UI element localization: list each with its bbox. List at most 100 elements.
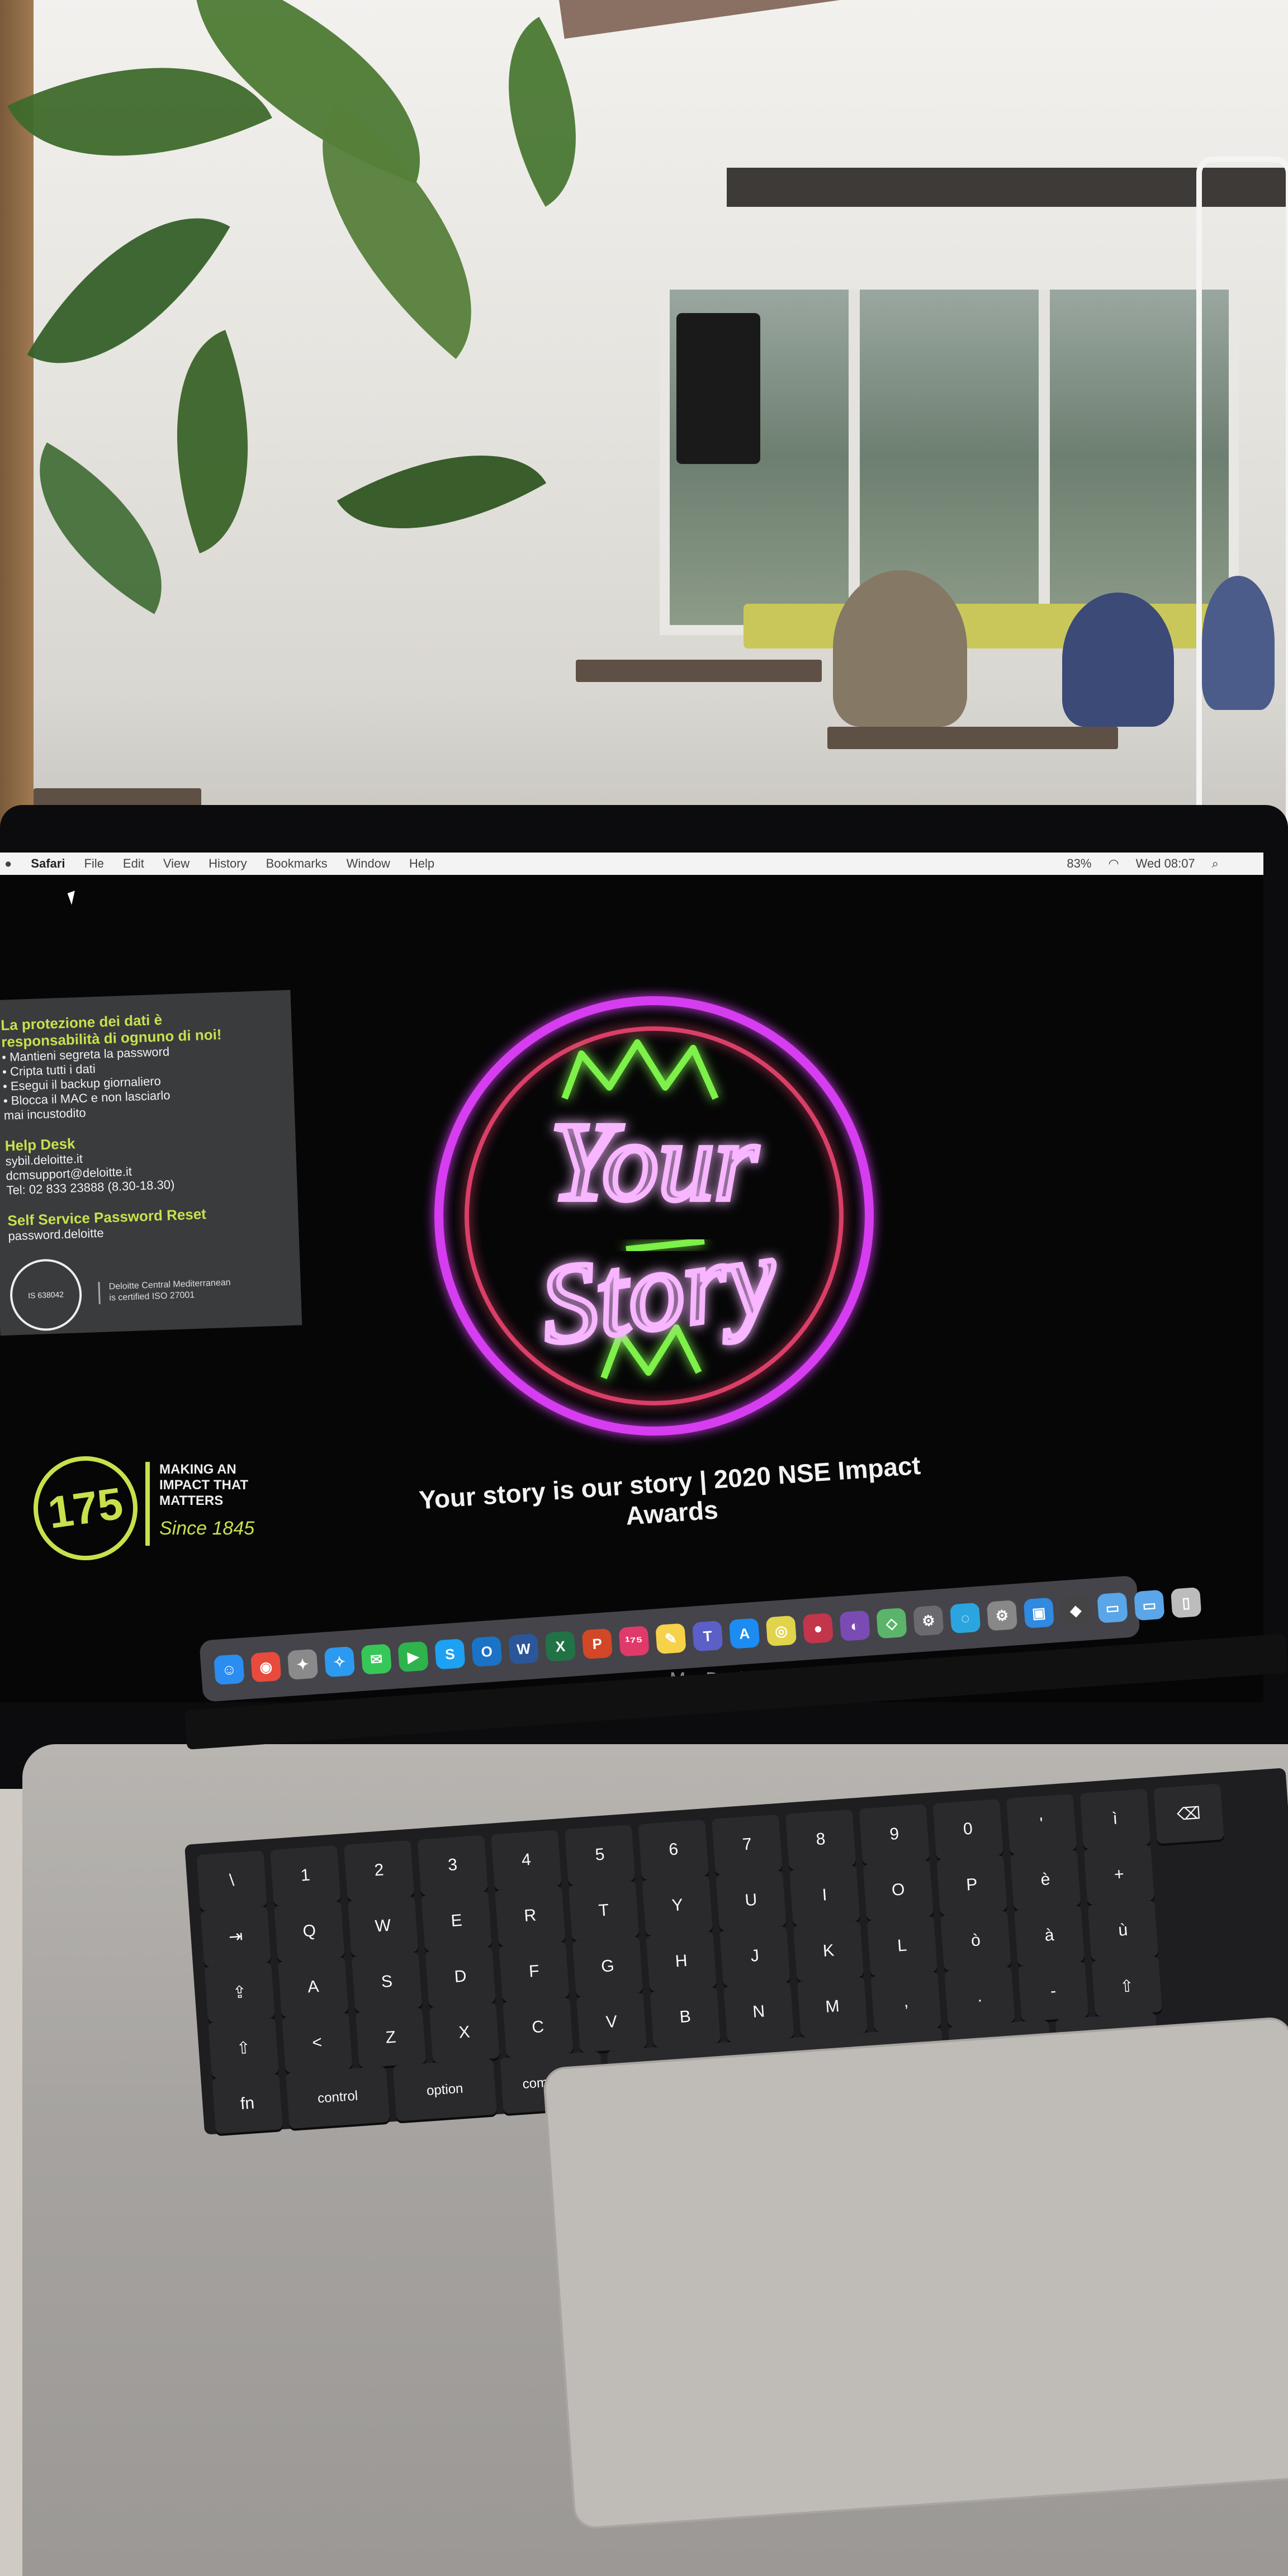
menu-history[interactable]: History [209,856,247,871]
key[interactable]: 5 [564,1825,636,1886]
key[interactable]: D [425,1947,496,2007]
clock[interactable]: Wed 08:07 [1136,856,1195,871]
key[interactable]: option [392,2058,497,2122]
key[interactable]: N [723,1981,794,2043]
key[interactable]: Y [642,1875,713,1936]
key[interactable]: 7 [712,1814,783,1875]
menu-file[interactable]: File [84,856,103,871]
key[interactable]: A [277,1957,349,2018]
menu-window[interactable]: Window [347,856,390,871]
key[interactable]: R [495,1886,566,1947]
key[interactable]: - [1017,1961,1089,2022]
skype-icon[interactable]: S [434,1639,466,1670]
key[interactable]: ⇧ [208,2018,279,2078]
key[interactable]: control [285,2066,390,2129]
key[interactable]: Q [274,1901,345,1962]
key[interactable]: ⌫ [1153,1783,1224,1844]
key[interactable]: H [646,1931,717,1992]
badge-divider [145,1462,150,1546]
key[interactable]: P [936,1854,1007,1915]
messages-icon[interactable]: ✉ [361,1644,392,1675]
facetime-icon[interactable]: ▶ [397,1641,429,1673]
preview-icon[interactable]: ▣ [1023,1597,1055,1628]
key[interactable]: J [719,1926,790,1987]
menu-help[interactable]: Help [409,856,434,871]
menu-view[interactable]: View [163,856,190,871]
documents-folder-icon[interactable]: ▭ [1134,1589,1165,1621]
key[interactable]: V [576,1992,647,2053]
key[interactable]: fn [212,2073,283,2134]
key[interactable]: I [789,1865,860,1926]
apple-menu-icon[interactable]: ● [4,856,12,871]
wifi-icon[interactable]: ◠ [1108,856,1119,871]
key[interactable]: ⇥ [200,1906,272,1967]
notes-icon[interactable]: ✎ [655,1623,686,1655]
powerpoint-icon[interactable]: P [581,1628,613,1660]
key[interactable]: 1 [270,1845,341,1906]
menu-edit[interactable]: Edit [123,856,144,871]
key[interactable]: ù [1087,1900,1159,1961]
key[interactable]: B [650,1987,721,2048]
key[interactable]: \ [196,1850,268,1911]
key[interactable]: S [351,1952,423,2012]
key[interactable]: 8 [785,1809,856,1870]
key[interactable]: U [716,1870,787,1931]
maps-icon[interactable]: ◇ [876,1607,907,1639]
app-store-icon[interactable]: A [728,1618,760,1649]
key[interactable]: ⇧ [1091,1955,1163,2017]
settings-icon[interactable]: ⚙ [913,1605,944,1636]
key[interactable]: T [568,1880,640,1942]
key[interactable]: ì [1079,1788,1151,1849]
key[interactable]: M [797,1976,868,2037]
key[interactable]: < [281,2012,353,2073]
launchpad-icon[interactable]: ✦ [287,1649,319,1680]
key[interactable]: ò [940,1910,1011,1971]
key[interactable]: 0 [932,1799,1003,1860]
key[interactable]: F [499,1941,570,2002]
finder-icon[interactable]: ☺ [214,1654,245,1685]
menu-bookmarks[interactable]: Bookmarks [266,856,328,871]
key[interactable]: Z [355,2007,427,2068]
key[interactable]: ⇪ [204,1962,275,2023]
teams-icon[interactable]: T [692,1620,723,1652]
key[interactable]: à [1014,1905,1085,1966]
key[interactable]: + [1083,1844,1155,1905]
security-icon[interactable]: ◆ [1060,1594,1091,1626]
cisco-icon[interactable]: ◌ [949,1602,981,1634]
key[interactable]: è [1010,1849,1081,1910]
key[interactable]: ' [1006,1793,1077,1855]
key[interactable]: W [347,1896,419,1957]
system-preferences-icon[interactable]: ⚙ [986,1600,1018,1631]
key[interactable]: K [793,1921,864,1982]
key[interactable]: 4 [491,1830,562,1891]
battery-percent[interactable]: 83% [1067,856,1091,871]
excel-icon[interactable]: X [544,1631,576,1662]
color-app-icon[interactable]: ● [802,1613,834,1644]
key[interactable]: 9 [859,1804,930,1865]
key[interactable]: G [572,1936,643,1997]
key[interactable]: O [863,1860,934,1921]
key[interactable]: E [421,1891,493,1952]
safari-icon[interactable]: ✧ [324,1646,356,1678]
word-icon[interactable]: W [508,1633,539,1665]
key[interactable]: 6 [638,1819,709,1881]
menu-app-name[interactable]: Safari [31,856,65,871]
camera-app-icon[interactable]: ◎ [765,1615,797,1647]
key[interactable]: C [502,1997,574,2058]
key[interactable]: 3 [417,1835,489,1896]
key[interactable]: X [429,2002,500,2063]
key[interactable]: L [866,1915,938,1976]
key[interactable]: , [870,1971,942,2032]
neon-text-line-2: Story [533,1213,784,1368]
trash-icon[interactable]: ▯ [1170,1587,1202,1618]
downloads-folder-icon[interactable]: ▭ [1097,1592,1128,1623]
app-175-icon[interactable]: ¹⁷⁵ [618,1626,650,1657]
key[interactable]: . [944,1966,1015,2027]
trackpad[interactable] [542,2016,1288,2530]
outlook-icon[interactable]: O [471,1636,503,1668]
chrome-icon[interactable]: ◉ [250,1651,282,1683]
key[interactable]: 2 [343,1840,415,1901]
github-icon[interactable]: ◐ [839,1610,870,1641]
badge-line: MATTERS [159,1493,224,1508]
spotlight-icon[interactable]: ⌕ [1212,856,1219,871]
